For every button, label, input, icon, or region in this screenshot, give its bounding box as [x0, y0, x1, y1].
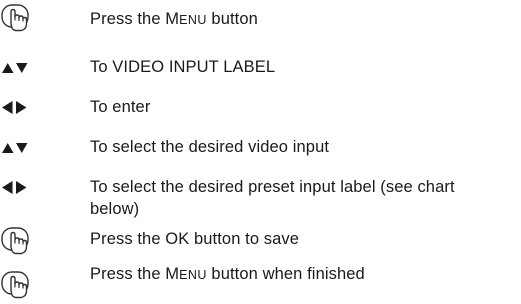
step-1-text-after: button — [206, 10, 258, 28]
hand-press-icon — [0, 226, 40, 256]
step-5-text: To select the desired preset input label… — [90, 178, 455, 218]
step-7-key-first: M — [165, 265, 180, 283]
step-1-key-rest: ENU — [179, 13, 207, 27]
step-1-key-first: M — [165, 10, 180, 28]
step-7-text-after: button when finished — [206, 265, 365, 283]
left-right-arrows-icon — [0, 100, 40, 130]
hand-press-icon — [0, 270, 40, 300]
step-4-text: To select the desired video input — [90, 138, 330, 156]
step-3-text: To enter — [90, 98, 151, 116]
step-1-text: Press the MENU button — [90, 8, 510, 31]
step-7-text-before: Press the — [90, 265, 166, 283]
step-2-text: To VIDEO INPUT LABEL — [90, 58, 276, 76]
hand-press-icon — [0, 3, 40, 33]
step-1-text-before: Press the — [90, 10, 166, 28]
instruction-steps: Press the MENU button To VIDEO INPUT LAB… — [0, 0, 521, 304]
step-7-text: Press the MENU button when finished — [90, 263, 510, 286]
up-down-arrows-icon — [0, 141, 40, 171]
step-6-text: Press the OK button to save — [90, 230, 300, 248]
left-right-arrows-icon — [0, 180, 40, 210]
up-down-arrows-icon — [0, 61, 40, 91]
step-7-key-rest: ENU — [179, 268, 207, 282]
